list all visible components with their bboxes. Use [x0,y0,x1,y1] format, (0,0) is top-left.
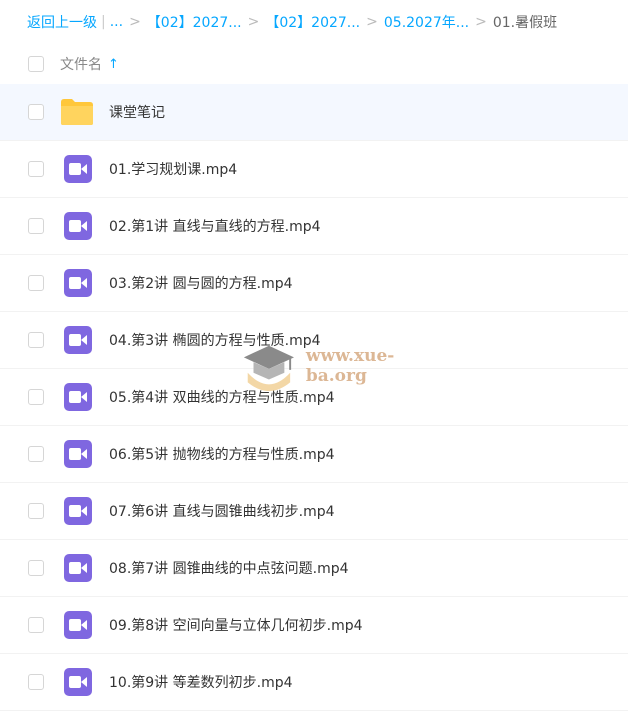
file-name[interactable]: 10.第9讲 等差数列初步.mp4 [109,672,293,692]
row-checkbox[interactable] [28,617,44,633]
breadcrumb-separator: > [247,14,260,30]
breadcrumb-separator: > [475,14,487,30]
breadcrumb-item[interactable]: 【02】2027... [147,12,242,32]
row-checkbox[interactable] [28,503,44,519]
file-row[interactable]: 03.第2讲 圆与圆的方程.mp4 [0,255,628,312]
file-row[interactable]: 01.学习规划课.mp4 [0,141,628,198]
file-name[interactable]: 03.第2讲 圆与圆的方程.mp4 [109,273,293,293]
video-file-icon [64,269,92,297]
row-checkbox[interactable] [28,446,44,462]
file-name[interactable]: 02.第1讲 直线与直线的方程.mp4 [109,216,321,236]
file-row[interactable]: 08.第7讲 圆锥曲线的中点弦问题.mp4 [0,540,628,597]
row-checkbox[interactable] [28,275,44,291]
breadcrumb-item[interactable]: 【02】2027... [265,12,360,32]
video-file-icon [64,383,92,411]
breadcrumb: 返回上一级 | ... > 【02】2027... > 【02】2027... … [0,0,628,44]
file-list: 课堂笔记 01.学习规划课.mp4 02.第1讲 直线与直线的方程.mp4 03.第2… [0,84,628,711]
breadcrumb-divider: | [101,14,106,30]
column-header-name: 文件名 [60,57,102,73]
video-file-icon [64,611,92,639]
file-name[interactable]: 05.第4讲 双曲线的方程与性质.mp4 [109,387,335,407]
row-checkbox[interactable] [28,104,44,120]
select-all-checkbox[interactable] [28,56,44,72]
video-file-icon [64,326,92,354]
sort-ascending-icon: ↑ [108,56,119,72]
video-file-icon [64,440,92,468]
file-name[interactable]: 01.学习规划课.mp4 [109,159,237,179]
file-name[interactable]: 08.第7讲 圆锥曲线的中点弦问题.mp4 [109,558,349,578]
file-row[interactable]: 10.第9讲 等差数列初步.mp4 [0,654,628,711]
file-name[interactable]: 07.第6讲 直线与圆锥曲线初步.mp4 [109,501,335,521]
file-row[interactable]: 09.第8讲 空间向量与立体几何初步.mp4 [0,597,628,654]
breadcrumb-current: 01.暑假班 [492,15,558,31]
video-file-icon [64,497,92,525]
row-checkbox[interactable] [28,161,44,177]
file-name[interactable]: 06.第5讲 抛物线的方程与性质.mp4 [109,444,335,464]
file-row[interactable]: 06.第5讲 抛物线的方程与性质.mp4 [0,426,628,483]
folder-icon [61,99,93,125]
row-checkbox[interactable] [28,332,44,348]
file-row[interactable]: 02.第1讲 直线与直线的方程.mp4 [0,198,628,255]
file-row[interactable]: 04.第3讲 椭圆的方程与性质.mp4 [0,312,628,369]
file-name[interactable]: 04.第3讲 椭圆的方程与性质.mp4 [109,330,321,350]
row-checkbox[interactable] [28,218,44,234]
sort-by-name-button[interactable]: 文件名 ↑ [60,54,119,74]
breadcrumb-separator: > [366,14,378,30]
row-checkbox[interactable] [28,674,44,690]
breadcrumb-item[interactable]: 05.2027年... [384,12,469,32]
row-checkbox[interactable] [28,389,44,405]
video-file-icon [64,212,92,240]
file-row[interactable]: 05.第4讲 双曲线的方程与性质.mp4 [0,369,628,426]
breadcrumb-ellipsis[interactable]: ... [110,14,123,30]
file-name[interactable]: 课堂笔记 [109,102,165,122]
row-checkbox[interactable] [28,560,44,576]
file-list-header: 文件名 ↑ [0,44,628,85]
file-name[interactable]: 09.第8讲 空间向量与立体几何初步.mp4 [109,615,363,635]
file-row[interactable]: 07.第6讲 直线与圆锥曲线初步.mp4 [0,483,628,540]
video-file-icon [64,554,92,582]
breadcrumb-separator: > [129,14,141,30]
folder-row[interactable]: 课堂笔记 [0,84,628,141]
video-file-icon [64,155,92,183]
video-file-icon [64,668,92,696]
back-link[interactable]: 返回上一级 [27,12,97,32]
